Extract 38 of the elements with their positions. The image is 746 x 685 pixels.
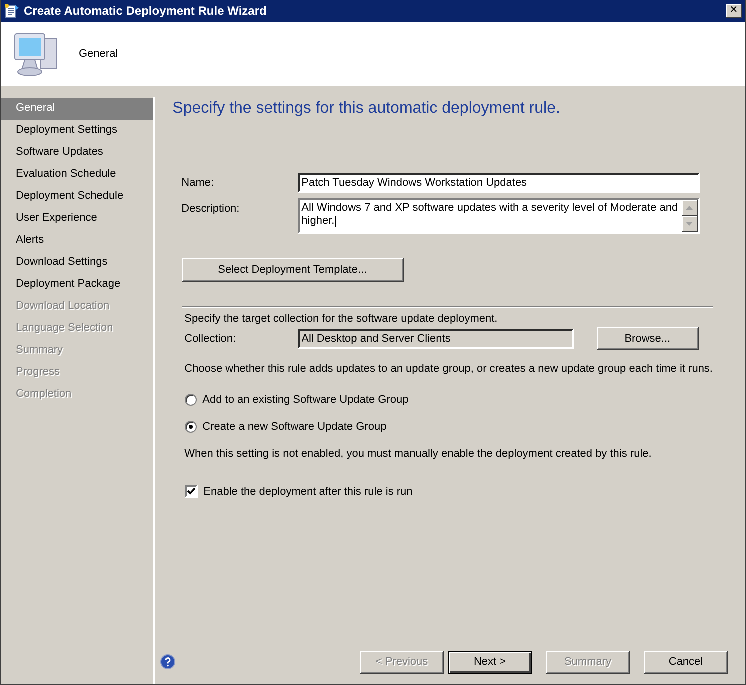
- step-item[interactable]: Alerts: [1, 230, 153, 252]
- collection-label: Collection:: [184, 332, 238, 344]
- up-arrow-icon: [686, 206, 694, 210]
- name-field[interactable]: Patch Tuesday Windows Workstation Updates: [298, 173, 700, 193]
- description-label: Description:: [182, 203, 241, 215]
- wizard-icon: [4, 3, 20, 19]
- step-item[interactable]: General: [1, 98, 153, 120]
- step-item[interactable]: Evaluation Schedule: [1, 164, 153, 186]
- checkbox-label: Enable the deployment after this rule is run: [204, 486, 413, 498]
- wizard-button[interactable]: Next >: [448, 650, 532, 674]
- help-icon[interactable]: [160, 654, 176, 670]
- radio-button[interactable]: [184, 394, 197, 406]
- enable-note: When this setting is not enabled, you must manually enable the deployment created by this rule.: [184, 448, 653, 460]
- step-item[interactable]: Software Updates: [1, 142, 153, 164]
- collection-instruction: Specify the target collection for the software update deployment.: [184, 313, 499, 325]
- select-template-button[interactable]: Select Deployment Template...: [182, 258, 404, 282]
- step-item[interactable]: Deployment Package: [1, 274, 153, 296]
- radio-label: Create a new Software Update Group: [202, 421, 387, 433]
- group-instruction: Choose whether this rule adds updates to an update group, or creates a new update group each time it runs.: [184, 363, 713, 375]
- step-title: General: [79, 48, 118, 60]
- step-item[interactable]: Deployment Settings: [1, 120, 153, 142]
- description-field[interactable]: All Windows 7 and XP software updates with a severity level of Moderate and higher.: [298, 198, 700, 234]
- step-item[interactable]: Deployment Schedule: [1, 186, 153, 208]
- step-item[interactable]: Download Settings: [1, 252, 153, 274]
- step-item[interactable]: User Experience: [1, 208, 153, 230]
- radio-label: Add to an existing Software Update Group: [202, 394, 409, 406]
- scroll-down-button[interactable]: [682, 216, 698, 232]
- close-button[interactable]: ✕: [726, 4, 742, 18]
- scroll-up-button[interactable]: [682, 200, 698, 216]
- window-title: Create Automatic Deployment Rule Wizard: [24, 4, 268, 18]
- browse-button[interactable]: Browse...: [596, 327, 699, 350]
- radio-button[interactable]: [184, 421, 197, 433]
- collection-field[interactable]: All Desktop and Server Clients: [298, 328, 574, 348]
- page-heading: Specify the settings for this automatic deployment rule.: [172, 100, 562, 118]
- down-arrow-icon: [686, 222, 694, 226]
- checkbox[interactable]: [184, 485, 198, 498]
- wizard-button[interactable]: Cancel: [644, 650, 728, 674]
- name-label: Name:: [182, 177, 216, 189]
